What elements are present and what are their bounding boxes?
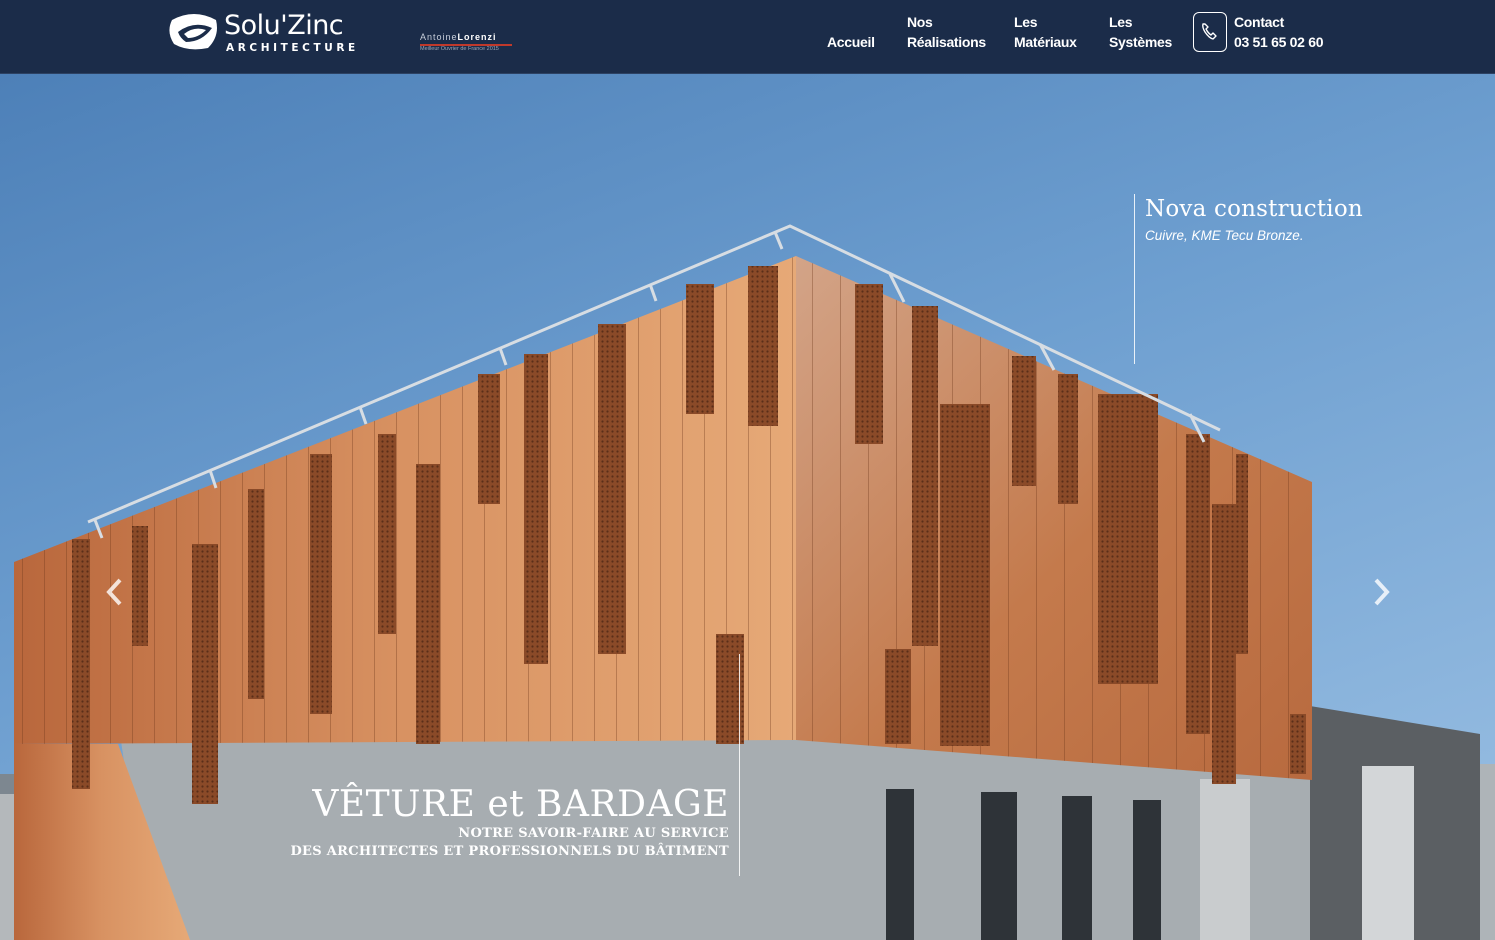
nav-contact-label: Contact <box>1234 14 1285 30</box>
hero-slider: Nova construction Cuivre, KME Tecu Bronz… <box>0 74 1495 940</box>
nav-systemes[interactable]: Les Systèmes <box>1109 12 1172 52</box>
nav-systemes-line1: Les <box>1109 14 1133 30</box>
partner-first-name: Antoine <box>420 32 458 42</box>
project-caption: Nova construction Cuivre, KME Tecu Bronz… <box>1134 194 1363 364</box>
next-slide-button[interactable] <box>1366 574 1396 610</box>
hero-caption: VÊTURE et BARDAGE NOTRE SAVOIR-FAIRE AU … <box>290 654 740 876</box>
phone-glyph-icon <box>1202 23 1217 40</box>
nav-accueil-line1 <box>827 12 875 32</box>
chevron-left-icon <box>106 578 122 606</box>
partner-name: AntoineLorenzi <box>420 32 497 42</box>
prev-slide-button[interactable] <box>100 574 130 610</box>
nav-materiaux[interactable]: Les Matériaux <box>1014 12 1077 52</box>
brand-name: Solu'Zinc <box>224 10 344 41</box>
site-header: Solu'Zinc ARCHITECTURE AntoineLorenzi Me… <box>0 0 1495 74</box>
nav-contact-phone: 03 51 65 02 60 <box>1234 34 1324 50</box>
nav-realisations-line2: Réalisations <box>907 34 986 50</box>
hero-headline: VÊTURE et BARDAGE <box>312 784 729 825</box>
project-title: Nova construction <box>1145 196 1363 222</box>
hero-tagline-1: NOTRE SAVOIR-FAIRE AU SERVICE <box>458 826 729 841</box>
nav-accueil-line2: Accueil <box>827 34 875 50</box>
partner-logo: AntoineLorenzi Meilleur Ouvrier de Franc… <box>420 32 520 54</box>
nav-realisations-line1: Nos <box>907 14 933 30</box>
partner-last-name: Lorenzi <box>457 32 497 42</box>
nav-realisations[interactable]: Nos Réalisations <box>907 12 986 52</box>
nav-systemes-line2: Systèmes <box>1109 34 1172 50</box>
project-materials: Cuivre, KME Tecu Bronze. <box>1145 228 1304 243</box>
hero-tagline-2: DES ARCHITECTES ET PROFESSIONNELS DU BÂT… <box>290 844 729 859</box>
brand-subtitle: ARCHITECTURE <box>226 42 359 54</box>
nav-materiaux-line1: Les <box>1014 14 1038 30</box>
chevron-right-icon <box>1374 578 1390 606</box>
eye-logo-icon <box>169 14 217 50</box>
nav-accueil[interactable]: Accueil <box>827 12 875 52</box>
phone-icon[interactable] <box>1193 12 1227 52</box>
partner-tagline: Meilleur Ouvrier de France 2015 <box>420 46 499 52</box>
brand-logo[interactable]: Solu'Zinc ARCHITECTURE <box>168 10 378 58</box>
nav-contact[interactable]: Contact 03 51 65 02 60 <box>1234 12 1324 52</box>
nav-materiaux-line2: Matériaux <box>1014 34 1077 50</box>
